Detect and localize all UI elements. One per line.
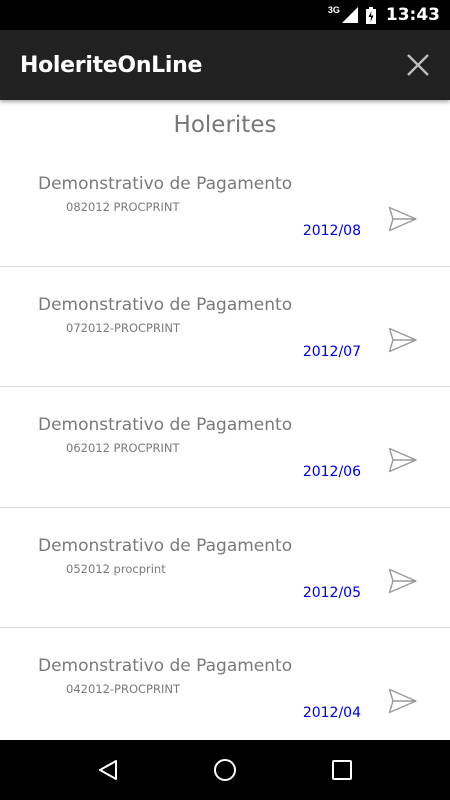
holerites-list: Demonstrativo de Pagamento 082012 PROCPR… (0, 146, 450, 740)
section-title: Holerites (173, 112, 277, 138)
screen: 3G 13:43 HoleriteOnLine Holerites Demons… (0, 0, 450, 800)
item-date: 2012/07 (302, 343, 361, 360)
home-button[interactable] (200, 745, 250, 795)
item-date: 2012/04 (302, 705, 361, 721)
item-title: Demonstrativo de Pagamento (38, 656, 293, 676)
list-item[interactable]: Demonstrativo de Pagamento 072012-PROCPR… (0, 267, 450, 387)
item-title: Demonstrativo de Pagamento (38, 535, 293, 556)
network-type: 3G (327, 5, 340, 15)
navigation-bar (0, 740, 450, 800)
send-button[interactable] (386, 686, 420, 716)
recent-apps-icon (331, 760, 352, 780)
clock: 13:43 (385, 5, 440, 25)
send-icon (388, 206, 417, 232)
send-icon (388, 568, 417, 593)
list-item[interactable]: Demonstrativo de Pagamento 042012-PROCPR… (0, 628, 450, 740)
status-bar: 3G 13:43 (0, 0, 450, 30)
list-item[interactable]: Demonstrativo de Pagamento 082012 PROCPR… (0, 146, 450, 267)
app-title: HoleriteOnLine (20, 52, 203, 78)
item-code: 072012-PROCPRINT (66, 320, 181, 335)
item-code: 052012 procprint (66, 561, 166, 576)
app-bar: HoleriteOnLine (0, 30, 450, 100)
item-date: 2012/06 (302, 464, 361, 480)
back-button[interactable] (83, 745, 133, 795)
send-icon (388, 688, 417, 714)
list-item[interactable]: Demonstrativo de Pagamento 052012 procpr… (0, 508, 450, 628)
send-button[interactable] (386, 445, 420, 475)
send-button[interactable] (386, 566, 420, 596)
item-title: Demonstrativo de Pagamento (38, 294, 293, 315)
content: Holerites Demonstrativo de Pagamento 082… (0, 100, 450, 740)
item-title: Demonstrativo de Pagamento (38, 174, 293, 194)
send-icon (388, 327, 417, 352)
battery-icon (365, 6, 376, 24)
item-code: 062012 PROCPRINT (66, 441, 180, 455)
item-title: Demonstrativo de Pagamento (38, 415, 293, 435)
list-item[interactable]: Demonstrativo de Pagamento 062012 PROCPR… (0, 387, 450, 508)
item-code: 042012-PROCPRINT (66, 682, 181, 696)
send-button[interactable] (386, 204, 420, 234)
home-icon (213, 759, 236, 781)
send-button[interactable] (386, 325, 420, 355)
close-button[interactable] (402, 49, 434, 81)
recent-apps-button[interactable] (317, 745, 367, 795)
item-date: 2012/05 (302, 584, 361, 601)
signal-icon (341, 7, 358, 23)
close-icon (407, 54, 429, 76)
item-code: 082012 PROCPRINT (66, 200, 180, 214)
back-icon (99, 760, 118, 780)
item-date: 2012/08 (302, 223, 361, 239)
send-icon (388, 447, 417, 473)
